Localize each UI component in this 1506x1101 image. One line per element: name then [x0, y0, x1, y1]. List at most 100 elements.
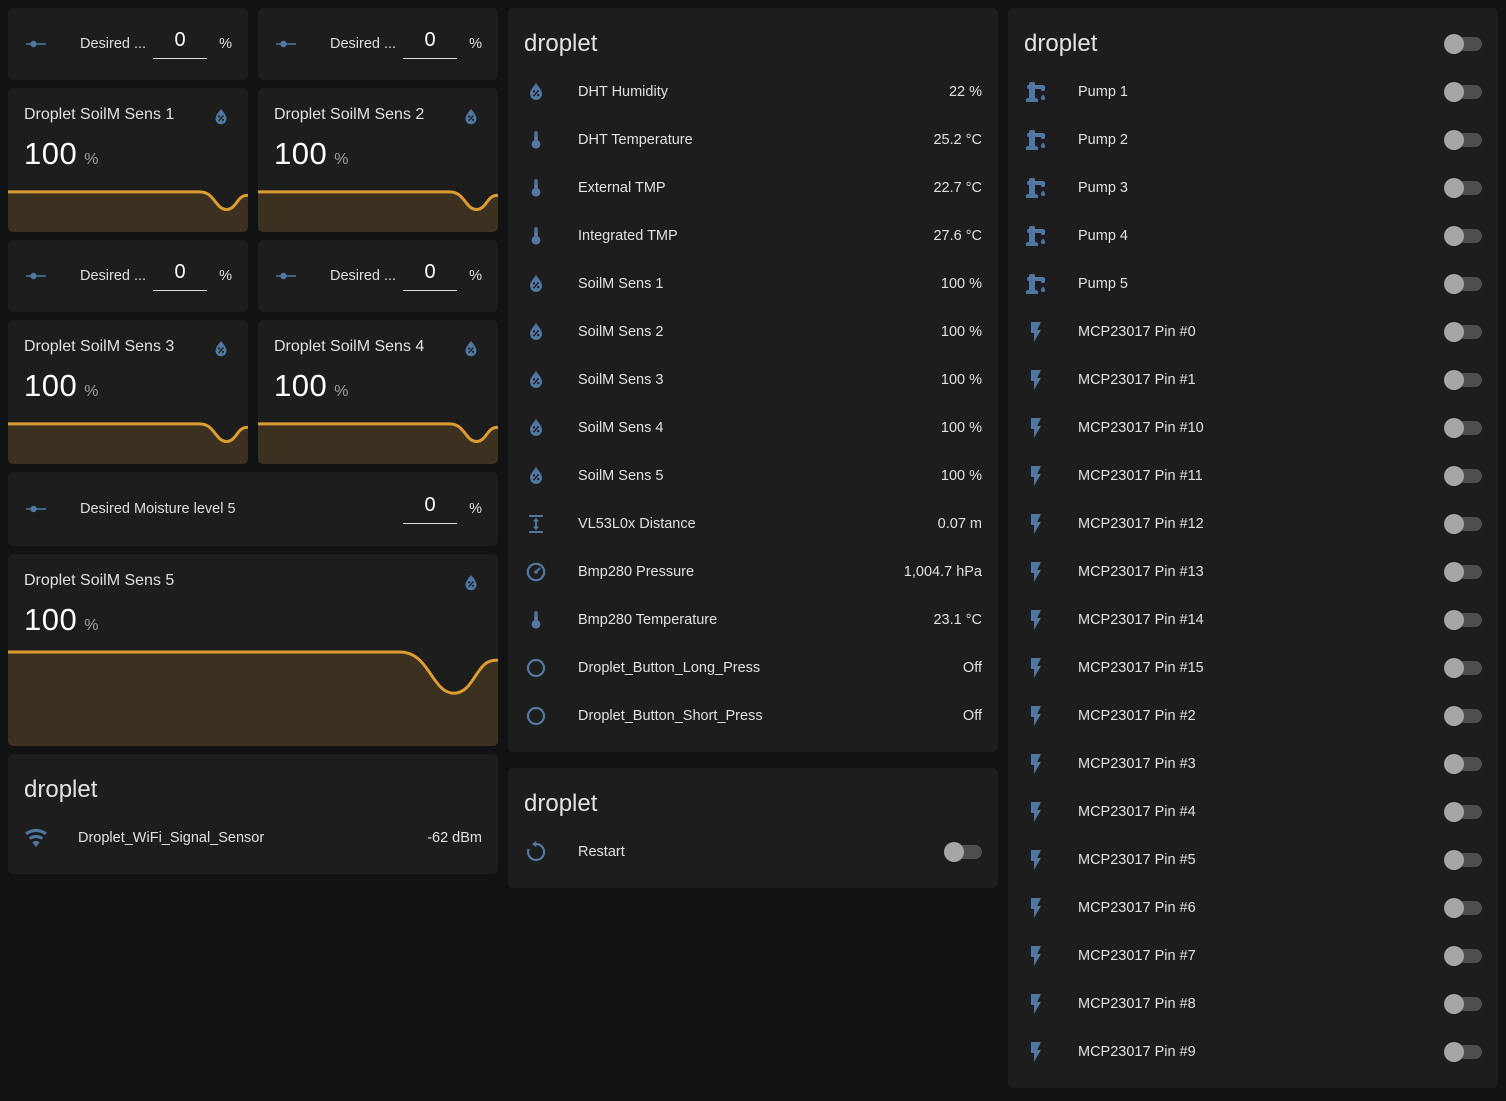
switch-row[interactable]: MCP23017 Pin #6: [1008, 884, 1498, 932]
soilm-sens-4-card[interactable]: Droplet SoilM Sens 4 100 %: [258, 320, 498, 464]
toggle-switch[interactable]: [1444, 1042, 1482, 1062]
toggle-switch[interactable]: [1444, 610, 1482, 630]
entity-value: 22.7 °C: [933, 180, 982, 196]
switch-row[interactable]: Pump 5: [1008, 260, 1498, 308]
toggle-switch[interactable]: [1444, 370, 1482, 390]
switch-row[interactable]: MCP23017 Pin #9: [1008, 1028, 1498, 1076]
unit-label: %: [469, 501, 482, 517]
toggle-switch[interactable]: [1444, 898, 1482, 918]
switch-row[interactable]: MCP23017 Pin #7: [1008, 932, 1498, 980]
entity-rows: Pump 1 Pump 2 Pump 3: [1008, 68, 1498, 1088]
circle-outline-icon: [524, 704, 548, 728]
toggle-switch[interactable]: [1444, 706, 1482, 726]
entity-name: MCP23017 Pin #5: [1078, 852, 1444, 868]
entity-name: MCP23017 Pin #1: [1078, 372, 1444, 388]
toggle-switch[interactable]: [1444, 322, 1482, 342]
entity-row[interactable]: Droplet_Button_Short_Press Off: [508, 692, 998, 740]
toggle-switch[interactable]: [1444, 418, 1482, 438]
entity-value: 100 %: [941, 324, 982, 340]
switch-row[interactable]: Pump 1: [1008, 68, 1498, 116]
toggle-switch[interactable]: [1444, 658, 1482, 678]
switch-row[interactable]: MCP23017 Pin #14: [1008, 596, 1498, 644]
sensor-value: 100: [24, 136, 77, 172]
soilm-sens-5-card[interactable]: Droplet SoilM Sens 5 100 %: [8, 554, 498, 746]
switch-row[interactable]: MCP23017 Pin #0: [1008, 308, 1498, 356]
toggle-switch[interactable]: [1444, 802, 1482, 822]
soilm-sens-2-card[interactable]: Droplet SoilM Sens 2 100 %: [258, 88, 498, 232]
ray-vertex-icon: [24, 32, 48, 56]
switch-row[interactable]: MCP23017 Pin #15: [1008, 644, 1498, 692]
card-title: droplet: [524, 790, 597, 818]
entity-row[interactable]: Bmp280 Pressure 1,004.7 hPa: [508, 548, 998, 596]
entity-row[interactable]: SoilM Sens 2 100 %: [508, 308, 998, 356]
toggle-switch[interactable]: [1444, 178, 1482, 198]
entity-value: 0.07 m: [938, 516, 982, 532]
entity-value: 100 %: [941, 372, 982, 388]
switch-row[interactable]: MCP23017 Pin #12: [1008, 500, 1498, 548]
switch-row[interactable]: MCP23017 Pin #5: [1008, 836, 1498, 884]
switch-row[interactable]: MCP23017 Pin #8: [1008, 980, 1498, 1028]
entity-row[interactable]: External TMP 22.7 °C: [508, 164, 998, 212]
flash-icon: [1024, 608, 1048, 632]
toggle-switch[interactable]: [1444, 466, 1482, 486]
desired-value-input[interactable]: 0: [153, 262, 207, 291]
restart-icon: [524, 840, 548, 864]
switch-row[interactable]: MCP23017 Pin #4: [1008, 788, 1498, 836]
toggle-switch[interactable]: [1444, 994, 1482, 1014]
switch-row[interactable]: Pump 2: [1008, 116, 1498, 164]
switch-row[interactable]: MCP23017 Pin #13: [1008, 548, 1498, 596]
entity-row[interactable]: Droplet_Button_Long_Press Off: [508, 644, 998, 692]
wifi-icon: [24, 826, 48, 850]
soilm-sens-3-card[interactable]: Droplet SoilM Sens 3 100 %: [8, 320, 248, 464]
ray-vertex-icon: [24, 264, 48, 288]
soilm-sens-1-card[interactable]: Droplet SoilM Sens 1 100 %: [8, 88, 248, 232]
toggle-switch[interactable]: [1444, 226, 1482, 246]
toggle-switch[interactable]: [944, 842, 982, 862]
entity-row[interactable]: SoilM Sens 5 100 %: [508, 452, 998, 500]
switch-row[interactable]: Pump 3: [1008, 164, 1498, 212]
input-label: Desired Moisture level 5: [80, 501, 403, 517]
desired-value-input[interactable]: 0: [403, 262, 457, 291]
flash-icon: [1024, 896, 1048, 920]
entity-row[interactable]: Droplet_WiFi_Signal_Sensor -62 dBm: [8, 814, 498, 862]
toggle-switch[interactable]: [1444, 850, 1482, 870]
switch-row[interactable]: Restart: [508, 828, 998, 876]
toggle-switch[interactable]: [1444, 274, 1482, 294]
entity-name: MCP23017 Pin #2: [1078, 708, 1444, 724]
entity-name: SoilM Sens 4: [578, 420, 941, 436]
entity-row[interactable]: SoilM Sens 4 100 %: [508, 404, 998, 452]
entity-row[interactable]: DHT Temperature 25.2 °C: [508, 116, 998, 164]
switch-row[interactable]: MCP23017 Pin #2: [1008, 692, 1498, 740]
toggle-switch[interactable]: [1444, 514, 1482, 534]
entity-value: Off: [963, 708, 982, 724]
entity-row[interactable]: DHT Humidity 22 %: [508, 68, 998, 116]
thermometer-icon: [524, 224, 548, 248]
switch-row[interactable]: MCP23017 Pin #1: [1008, 356, 1498, 404]
toggle-switch[interactable]: [1444, 754, 1482, 774]
entity-row[interactable]: VL53L0x Distance 0.07 m: [508, 500, 998, 548]
toggle-switch[interactable]: [1444, 562, 1482, 582]
entity-name: Pump 2: [1078, 132, 1444, 148]
switch-row[interactable]: MCP23017 Pin #11: [1008, 452, 1498, 500]
toggle-all-switch[interactable]: [1444, 34, 1482, 54]
entity-row[interactable]: Integrated TMP 27.6 °C: [508, 212, 998, 260]
entity-row[interactable]: SoilM Sens 3 100 %: [508, 356, 998, 404]
entity-row[interactable]: Bmp280 Temperature 23.1 °C: [508, 596, 998, 644]
toggle-switch[interactable]: [1444, 946, 1482, 966]
switch-row[interactable]: MCP23017 Pin #3: [1008, 740, 1498, 788]
sensor-unit: %: [334, 151, 348, 169]
entity-row[interactable]: SoilM Sens 1 100 %: [508, 260, 998, 308]
desired-value-input[interactable]: 0: [403, 495, 457, 524]
water-pump-icon: [1024, 128, 1048, 152]
card-title: droplet: [524, 30, 597, 58]
water-pump-icon: [1024, 272, 1048, 296]
entity-name: SoilM Sens 1: [578, 276, 941, 292]
toggle-switch[interactable]: [1444, 82, 1482, 102]
toggle-switch[interactable]: [1444, 130, 1482, 150]
switch-row[interactable]: MCP23017 Pin #10: [1008, 404, 1498, 452]
history-graph: [8, 643, 498, 746]
water-percent-icon: [524, 464, 548, 488]
switch-row[interactable]: Pump 4: [1008, 212, 1498, 260]
desired-value-input[interactable]: 0: [403, 30, 457, 59]
desired-value-input[interactable]: 0: [153, 30, 207, 59]
